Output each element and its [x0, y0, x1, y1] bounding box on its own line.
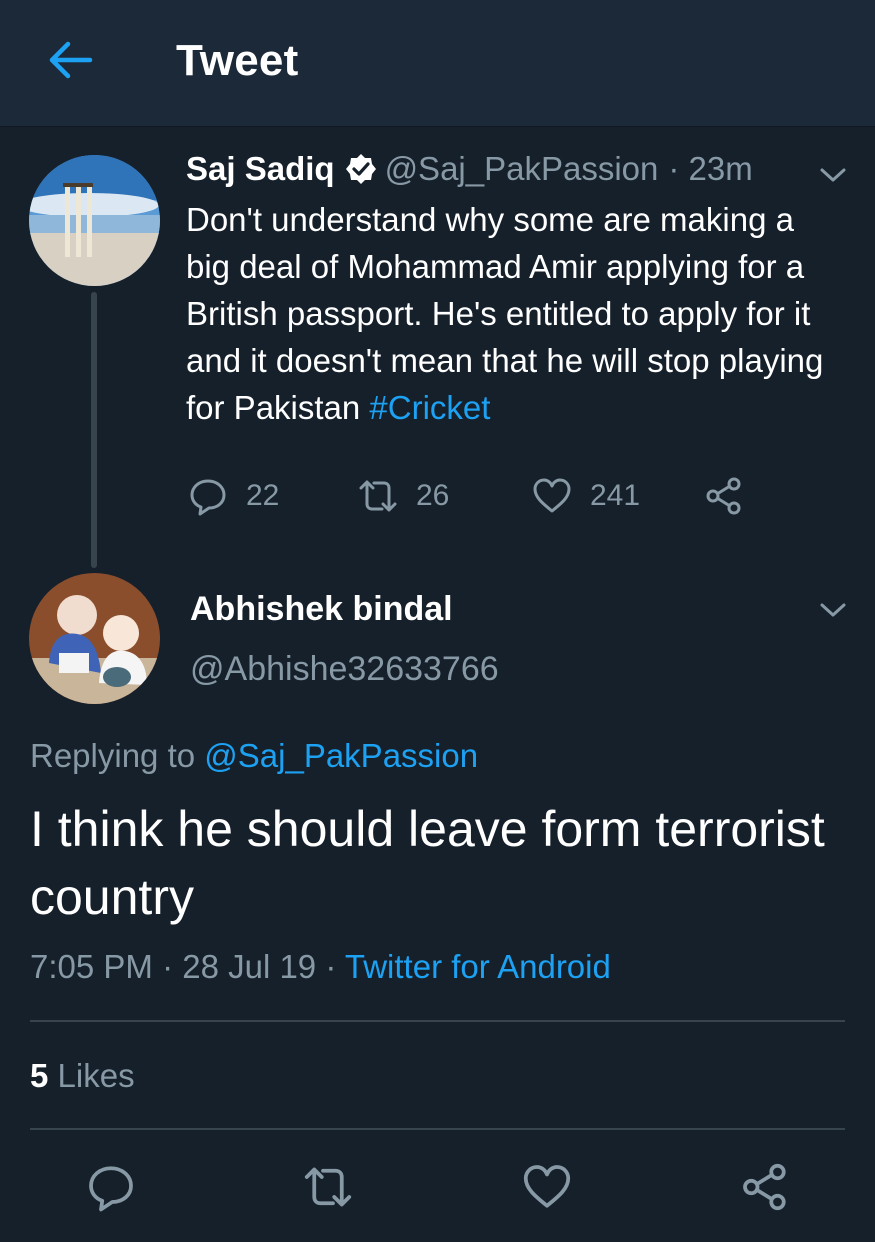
like-action[interactable]: 241: [532, 472, 640, 520]
hashtag-link[interactable]: #Cricket: [369, 389, 490, 426]
tweet-age: · 23m: [668, 150, 753, 187]
share-icon[interactable]: [740, 1162, 790, 1212]
reply-tweet-text: I think he should leave form terrorist c…: [30, 801, 825, 925]
share-action[interactable]: [704, 472, 762, 520]
likes-summary[interactable]: 5 Likes: [30, 1057, 135, 1095]
source-link[interactable]: Twitter for Android: [345, 948, 611, 985]
share-icon: [706, 477, 741, 515]
likes-label: Likes: [48, 1057, 135, 1094]
parent-tweet-header: Saj Sadiq @Saj_PakPassion · 23m: [186, 150, 753, 188]
reply-icon: [190, 479, 226, 516]
reply-action[interactable]: 22: [188, 472, 279, 520]
retweet-action[interactable]: 26: [358, 472, 449, 520]
chevron-down-icon[interactable]: [818, 600, 848, 620]
replying-to: Replying to @Saj_PakPassion: [30, 737, 478, 775]
retweet-icon[interactable]: [303, 1162, 353, 1212]
retweet-icon: [359, 480, 397, 512]
author-name[interactable]: Saj Sadiq: [186, 150, 335, 188]
back-arrow-icon[interactable]: [46, 38, 94, 82]
thread-connector: [91, 292, 97, 568]
tweet-meta: 7:05 PM · 28 Jul 19 · Twitter for Androi…: [30, 948, 611, 986]
retweet-count: 26: [416, 479, 450, 512]
verified-icon: [345, 154, 376, 184]
likes-count: 5: [30, 1057, 49, 1094]
parent-tweet-text: Don't understand why some are making a b…: [186, 196, 836, 431]
like-icon[interactable]: [522, 1162, 572, 1212]
reply-icon[interactable]: [86, 1162, 136, 1212]
divider: [30, 1020, 845, 1022]
tweet-timestamp: 7:05 PM · 28 Jul 19 ·: [30, 948, 345, 985]
page-title: Tweet: [176, 36, 299, 85]
tweet-action-bar: [0, 1150, 875, 1230]
reply-count: 22: [246, 479, 280, 512]
author-name[interactable]: Abhishek bindal: [190, 590, 453, 629]
avatar[interactable]: [29, 573, 160, 704]
parent-actions: 22 26 241: [188, 472, 788, 520]
author-handle[interactable]: @Saj_PakPassion: [385, 150, 659, 188]
like-icon: [533, 478, 571, 513]
top-app-bar: Tweet: [0, 0, 875, 126]
replying-to-link[interactable]: @Saj_PakPassion: [204, 737, 478, 774]
tweet-body: Don't understand why some are making a b…: [186, 201, 824, 426]
divider: [30, 1128, 845, 1130]
like-count: 241: [590, 479, 641, 512]
chevron-down-icon[interactable]: [818, 165, 848, 185]
author-handle[interactable]: @Abhishe32633766: [190, 650, 499, 689]
replying-prefix: Replying to: [30, 737, 205, 774]
avatar[interactable]: [29, 155, 160, 286]
